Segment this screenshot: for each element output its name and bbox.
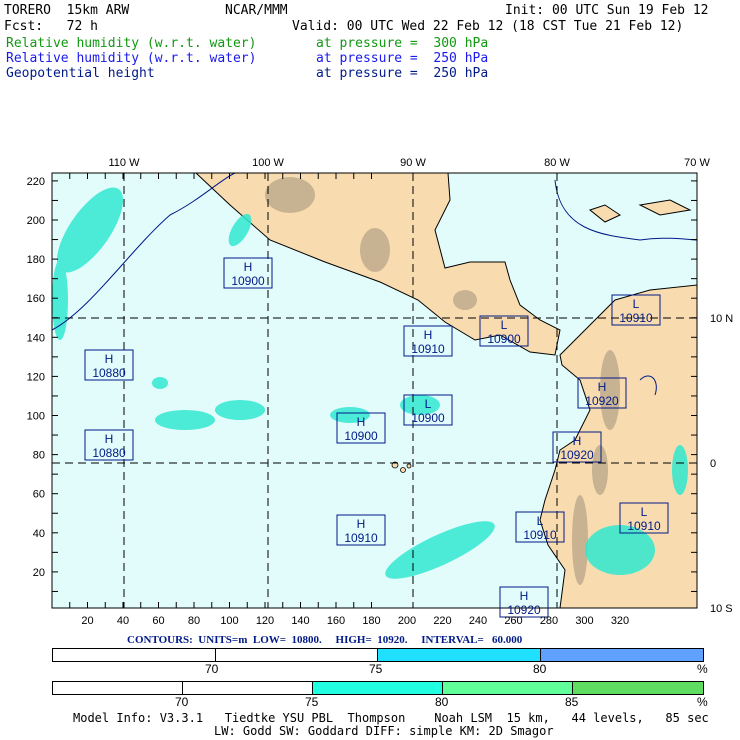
latitude-label: 0	[710, 458, 716, 470]
svg-text:10900: 10900	[487, 332, 521, 346]
svg-text:H: H	[357, 517, 366, 531]
x-tick-label: 300	[575, 615, 593, 627]
svg-text:H: H	[105, 352, 114, 366]
legend-bar-250hpa	[52, 648, 704, 662]
y-tick-label: 60	[33, 489, 45, 501]
org-label: NCAR/MMM	[225, 3, 288, 18]
latitude-label: 10 S	[710, 603, 733, 615]
svg-text:L: L	[633, 297, 640, 311]
svg-text:10900: 10900	[411, 411, 445, 425]
field-1-name: Relative humidity (w.r.t. water)	[6, 36, 257, 51]
svg-text:L: L	[501, 318, 508, 332]
model-title: TORERO 15km ARW	[4, 3, 130, 18]
valid-time: Valid: 00 UTC Wed 22 Feb 12 (18 CST Tue …	[292, 19, 684, 34]
svg-text:H: H	[520, 589, 529, 603]
svg-text:10880: 10880	[92, 366, 126, 380]
svg-text:10910: 10910	[523, 528, 557, 542]
svg-text:H: H	[244, 260, 253, 274]
x-tick-label: 320	[611, 615, 629, 627]
legend2-label: 80	[435, 695, 449, 709]
longitude-label: 90 W	[400, 157, 426, 169]
legend1-label: 75	[369, 662, 383, 676]
weather-map-page: TORERO 15km ARW NCAR/MMM Init: 00 UTC Su…	[0, 0, 740, 740]
y-tick-label: 20	[33, 567, 45, 579]
longitude-label: 110 W	[109, 157, 141, 169]
x-tick-label: 240	[469, 615, 487, 627]
x-tick-label: 180	[362, 615, 380, 627]
field-1-level: at pressure = 300 hPa	[316, 36, 489, 51]
longitude-label: 100 W	[252, 157, 284, 169]
legend2-unit: %	[697, 695, 708, 709]
svg-text:10910: 10910	[344, 531, 378, 545]
y-tick-label: 200	[27, 215, 45, 227]
legend1-label: 70	[205, 662, 219, 676]
map-plot: H10900H10910L10900L10910H10880H10920H109…	[27, 157, 734, 627]
legend1-unit: %	[697, 662, 708, 676]
contour-info: CONTOURS: UNITS=m LOW= 10800. HIGH= 1092…	[127, 634, 523, 646]
field-2-level: at pressure = 250 hPa	[316, 51, 489, 66]
init-time: Init: 00 UTC Sun 19 Feb 12	[505, 3, 709, 18]
y-tick-label: 220	[27, 176, 45, 188]
field-3-level: at pressure = 250 hPa	[316, 66, 489, 81]
svg-text:10920: 10920	[585, 394, 619, 408]
longitude-label: 80 W	[544, 157, 570, 169]
y-tick-label: 160	[27, 293, 45, 305]
model-physics: LW: Godd SW: Goddard DIFF: simple KM: 2D…	[214, 724, 554, 738]
x-tick-label: 220	[433, 615, 451, 627]
y-tick-label: 180	[27, 254, 45, 266]
y-tick-label: 100	[27, 411, 45, 423]
x-tick-label: 20	[81, 615, 93, 627]
field-3-name: Geopotential height	[6, 66, 155, 81]
legend2-label: 70	[175, 695, 189, 709]
x-tick-label: 120	[256, 615, 274, 627]
svg-text:H: H	[105, 432, 114, 446]
field-2-name: Relative humidity (w.r.t. water)	[6, 51, 257, 66]
x-tick-label: 60	[152, 615, 164, 627]
x-tick-label: 280	[540, 615, 558, 627]
y-tick-label: 40	[33, 528, 45, 540]
svg-text:10910: 10910	[411, 342, 445, 356]
svg-text:H: H	[424, 328, 433, 342]
y-tick-label: 80	[33, 450, 45, 462]
svg-text:H: H	[598, 380, 607, 394]
x-tick-label: 100	[220, 615, 238, 627]
x-tick-label: 40	[117, 615, 129, 627]
x-tick-label: 200	[398, 615, 416, 627]
x-tick-label: 140	[291, 615, 309, 627]
svg-text:10900: 10900	[344, 429, 378, 443]
svg-text:10910: 10910	[619, 311, 653, 325]
svg-text:10880: 10880	[92, 446, 126, 460]
y-tick-label: 140	[27, 332, 45, 344]
y-tick-label: 120	[27, 371, 45, 383]
x-tick-label: 160	[327, 615, 345, 627]
legend-bar-300hpa	[52, 681, 704, 695]
svg-text:H: H	[357, 415, 366, 429]
forecast-hour: Fcst: 72 h	[4, 19, 98, 34]
legend2-label: 85	[565, 695, 579, 709]
svg-text:L: L	[537, 514, 544, 528]
svg-text:L: L	[425, 397, 432, 411]
svg-text:10910: 10910	[627, 519, 661, 533]
svg-text:H: H	[573, 434, 582, 448]
x-tick-label: 260	[504, 615, 522, 627]
legend1-label: 80	[533, 662, 547, 676]
svg-text:L: L	[641, 505, 648, 519]
longitude-label: 70 W	[684, 157, 710, 169]
latitude-label: 10 N	[710, 313, 733, 325]
svg-text:10900: 10900	[231, 274, 265, 288]
legend2-label: 75	[305, 695, 319, 709]
x-tick-label: 80	[188, 615, 200, 627]
svg-text:10920: 10920	[560, 448, 594, 462]
